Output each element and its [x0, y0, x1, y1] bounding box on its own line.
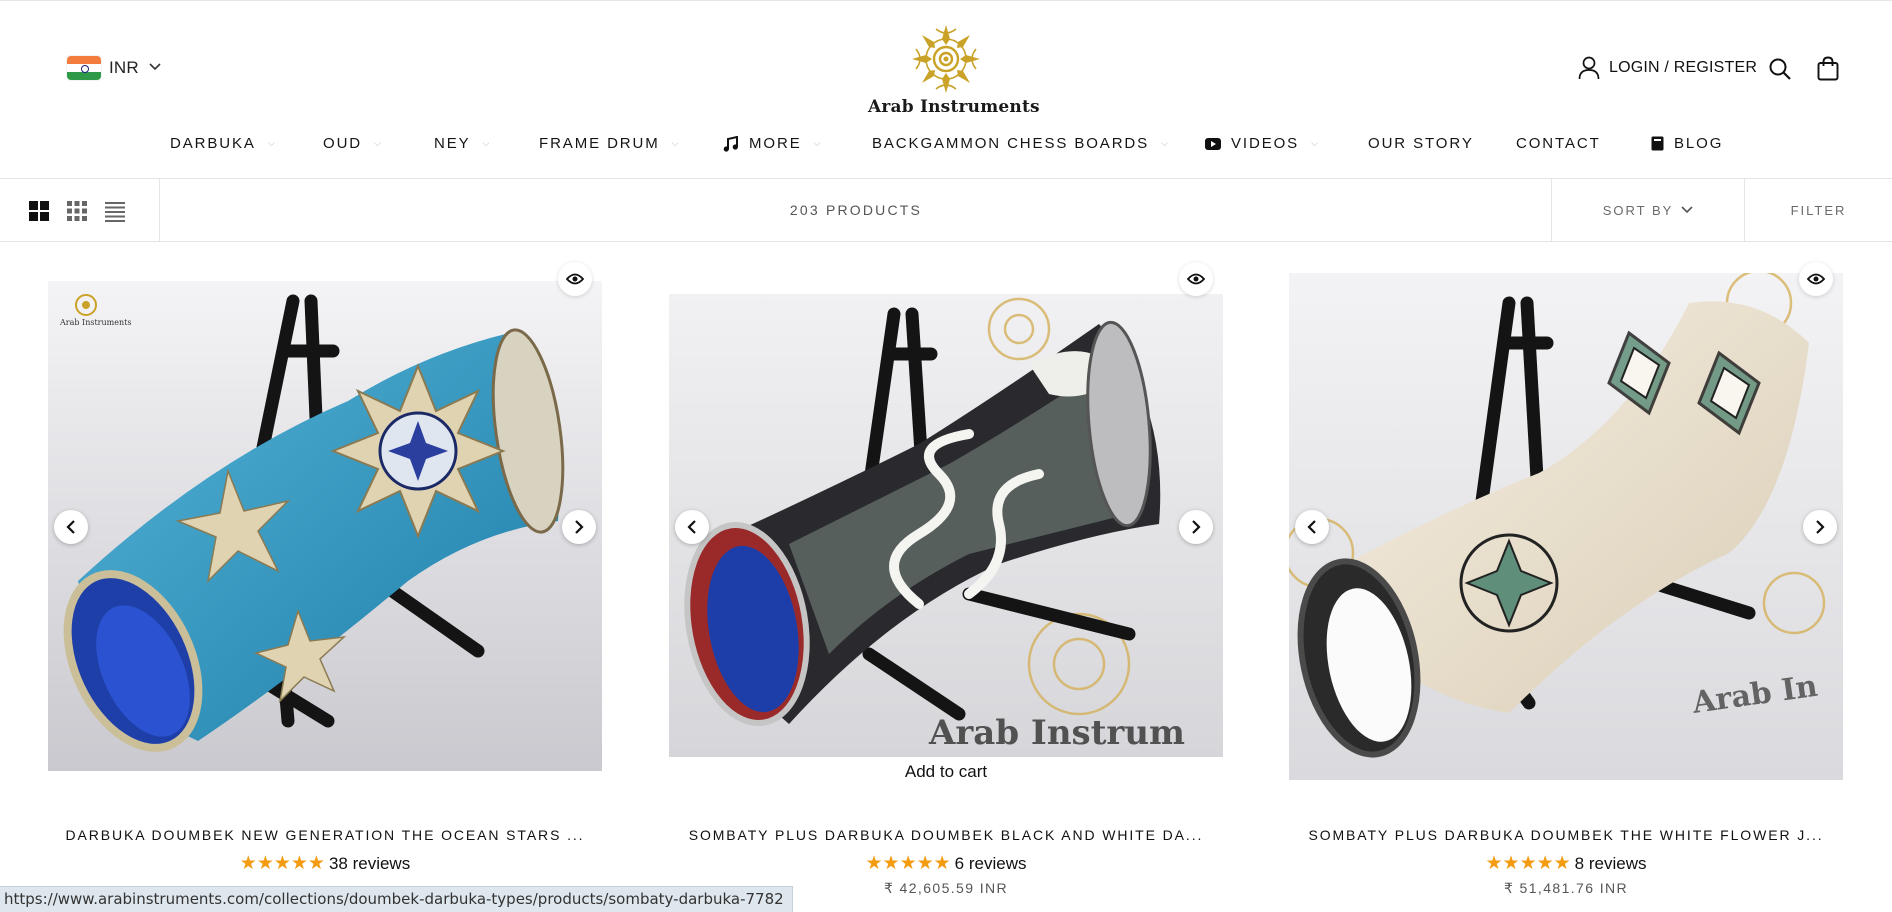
product-card[interactable]: Arab Instruments DARBUKA DOUMBEK NEW GEN… — [48, 262, 602, 912]
status-bar-url: https://www.arabinstruments.com/collecti… — [0, 886, 793, 912]
product-count: 203 PRODUCTS — [789, 202, 923, 218]
chevron-down-icon: ⌵ — [813, 138, 821, 148]
add-to-cart-button[interactable]: Add to cart — [669, 757, 1223, 787]
product-rating: ★★★★★ 8 reviews — [1289, 852, 1843, 875]
star-rating-icon: ★★★★★ — [865, 853, 951, 874]
quick-view-button[interactable] — [1799, 262, 1833, 296]
product-title[interactable]: SOMBATY PLUS DARBUKA DOUMBEK BLACK AND W… — [669, 827, 1223, 843]
filter-button[interactable]: FILTER — [1744, 179, 1892, 241]
chevron-right-icon — [575, 520, 584, 534]
nav-item-blog[interactable]: BLOG — [1651, 135, 1723, 152]
currency-selector[interactable]: INR — [67, 56, 161, 80]
quick-view-button[interactable] — [1179, 262, 1213, 296]
login-register-label: LOGIN / REGISTER — [1609, 59, 1758, 76]
chevron-down-icon: ⌵ — [267, 138, 275, 148]
star-rating-icon: ★★★★★ — [239, 853, 325, 874]
site-header: INR Arab Instruments LOGIN / REGISTER DA… — [0, 0, 1892, 179]
chevron-down-icon: ⌵ — [671, 138, 679, 148]
nav-item-ney[interactable]: NEY ⌵ — [434, 135, 489, 152]
review-count: 8 reviews — [1574, 853, 1647, 873]
star-rating-icon: ★★★★★ — [1485, 853, 1571, 874]
music-note-icon — [723, 135, 738, 152]
nav-item-contact[interactable]: CONTACT — [1516, 135, 1601, 152]
list-icon[interactable] — [104, 200, 126, 222]
next-image-button[interactable] — [1803, 510, 1837, 544]
chevron-down-icon: ⌵ — [482, 138, 490, 148]
previous-image-button[interactable] — [675, 510, 709, 544]
youtube-icon — [1205, 137, 1221, 150]
login-register-link[interactable]: LOGIN / REGISTER — [1578, 56, 1892, 80]
grid-large-icon[interactable] — [28, 200, 50, 222]
next-image-button[interactable] — [1179, 510, 1213, 544]
nav-item-our-story[interactable]: OUR STORY — [1368, 135, 1474, 152]
nav-item-darbuka[interactable]: DARBUKA ⌵ — [170, 135, 275, 152]
product-title[interactable]: DARBUKA DOUMBEK NEW GENERATION THE OCEAN… — [48, 827, 602, 843]
eye-icon — [566, 273, 584, 285]
chevron-down-icon: ⌵ — [1311, 138, 1318, 148]
chevron-left-icon — [1307, 520, 1316, 534]
site-logo[interactable]: Arab Instruments — [868, 23, 1040, 119]
logo-text: Arab Instruments — [868, 97, 1040, 117]
logo-emblem-icon — [912, 25, 980, 93]
product-title[interactable]: SOMBATY PLUS DARBUKA DOUMBEK THE WHITE F… — [1289, 827, 1843, 843]
chevron-down-icon: ⌵ — [374, 138, 381, 148]
main-navigation: DARBUKA ⌵ OUD ⌵ NEY ⌵ FRAME DRUM ⌵ MORE ⌵ BAC… — [0, 135, 1892, 159]
review-count: 38 reviews — [328, 853, 411, 873]
chevron-right-icon — [1816, 520, 1825, 534]
review-count: 6 reviews — [954, 853, 1027, 873]
user-icon — [1578, 56, 1600, 80]
product-image[interactable]: Arab In — [1289, 273, 1843, 780]
nav-item-more[interactable]: MORE ⌵ — [723, 135, 820, 152]
chevron-left-icon — [687, 520, 696, 534]
product-card[interactable]: Arab Instrum Add to cart SOMBATY PLUS DA… — [669, 262, 1223, 912]
india-flag-icon — [67, 56, 101, 80]
chevron-down-icon — [149, 62, 161, 74]
chevron-down-icon — [1681, 206, 1693, 214]
currency-code: INR — [109, 58, 139, 77]
product-rating: ★★★★★ 38 reviews — [48, 852, 602, 875]
filter-label: FILTER — [1790, 202, 1847, 218]
grid-small-icon[interactable] — [66, 200, 88, 222]
product-rating: ★★★★★ 6 reviews — [669, 852, 1223, 875]
next-image-button[interactable] — [562, 510, 596, 544]
image-watermark-text: Arab Instrum — [928, 713, 1185, 753]
bag-icon[interactable] — [1817, 56, 1839, 86]
sort-by-label: SORT BY — [1602, 202, 1674, 218]
book-icon — [1651, 136, 1664, 151]
nav-item-oud[interactable]: OUD ⌵ — [323, 135, 381, 152]
chevron-right-icon — [1192, 520, 1201, 534]
previous-image-button[interactable] — [54, 510, 88, 544]
nav-item-backgammon-chess-boards[interactable]: BACKGAMMON CHESS BOARDS ⌵ — [872, 135, 1168, 152]
view-mode-group — [0, 179, 160, 241]
eye-icon — [1187, 273, 1205, 285]
chevron-left-icon — [66, 520, 75, 534]
product-image[interactable]: Arab Instruments — [48, 281, 602, 771]
product-card[interactable]: Arab In SOMBATY PLUS DARBUKA DOUMBEK THE… — [1289, 262, 1843, 912]
nav-item-videos[interactable]: VIDEOS ⌵ — [1205, 135, 1318, 152]
nav-item-frame-drum[interactable]: FRAME DRUM ⌵ — [539, 135, 679, 152]
sort-by-button[interactable]: SORT BY — [1551, 179, 1744, 241]
quick-view-button[interactable] — [558, 262, 592, 296]
image-logo-text: Arab Instruments — [59, 318, 131, 327]
eye-icon — [1807, 273, 1825, 285]
collection-toolbar: 203 PRODUCTS SORT BY FILTER — [0, 179, 1892, 242]
product-image[interactable]: Arab Instrum — [669, 294, 1223, 760]
search-icon[interactable] — [1768, 57, 1792, 86]
product-price: ₹ 51,481.76 INR — [1503, 880, 1629, 896]
chevron-down-icon: ⌵ — [1161, 138, 1168, 148]
previous-image-button[interactable] — [1295, 510, 1329, 544]
